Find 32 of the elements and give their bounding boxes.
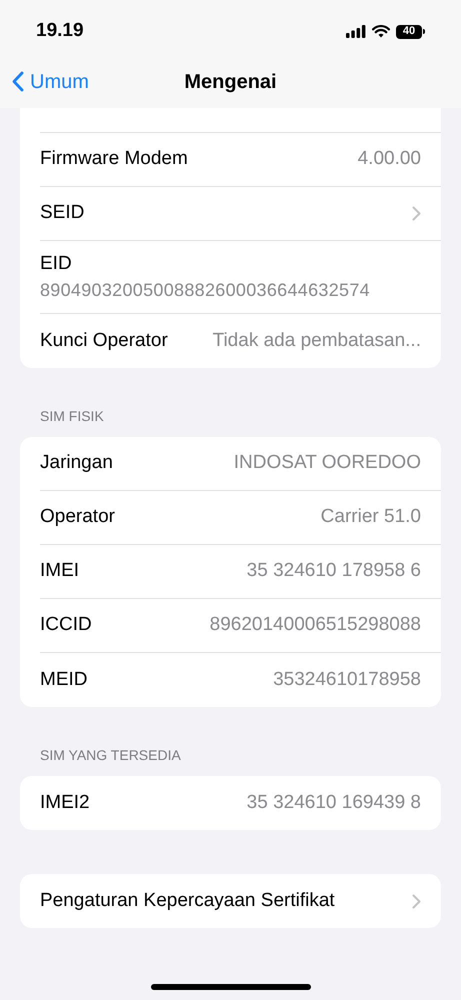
row-label: Jaringan [40,451,113,476]
row-value: 89049032005008882600036644632574 [40,279,371,302]
page-title: Mengenai [184,70,277,94]
row-value: 4.00.00 [358,147,421,172]
chevron-icon [412,894,421,908]
row-label: Operator [40,505,115,530]
wifi-icon [372,25,390,38]
row-value: INDOSAT OOREDOO [234,451,421,476]
chevron-icon [412,206,421,221]
status-time: 19.19 [36,19,84,44]
row-label: Firmware Modem [40,147,188,172]
row-value: Carrier 51.0 [320,505,421,530]
section-header: SIM YANG TERSEDIA [39,746,182,765]
back-chevron-icon [12,71,24,92]
row-value: 35324610178958 [273,668,421,692]
settings-row[interactable]: SEID [40,187,441,241]
row-label: Kunci Operator [40,328,168,353]
row-value: 89620140006515298088 [210,613,421,638]
row-label: EID [40,252,73,276]
row-label: MEID [40,668,88,692]
row-label: IMEI2 [40,790,90,815]
row-value: Tidak ada pembatasan... [212,328,421,353]
row-label: IMEI [40,559,80,584]
row-value: 35 324610 178958 6 [246,559,421,584]
row-label: SEID [40,201,84,226]
section-header: SIM FISIK [39,407,105,426]
row-label: Pengaturan Kepercayaan Sertifikat [40,888,335,913]
battery-level: 40 [396,24,422,38]
row-value: 35 324610 169439 8 [246,790,421,815]
row-label: ICCID [40,613,92,638]
settings-row[interactable]: Pengaturan Kepercayaan Sertifikat [40,874,441,928]
signal-icon [346,25,366,38]
